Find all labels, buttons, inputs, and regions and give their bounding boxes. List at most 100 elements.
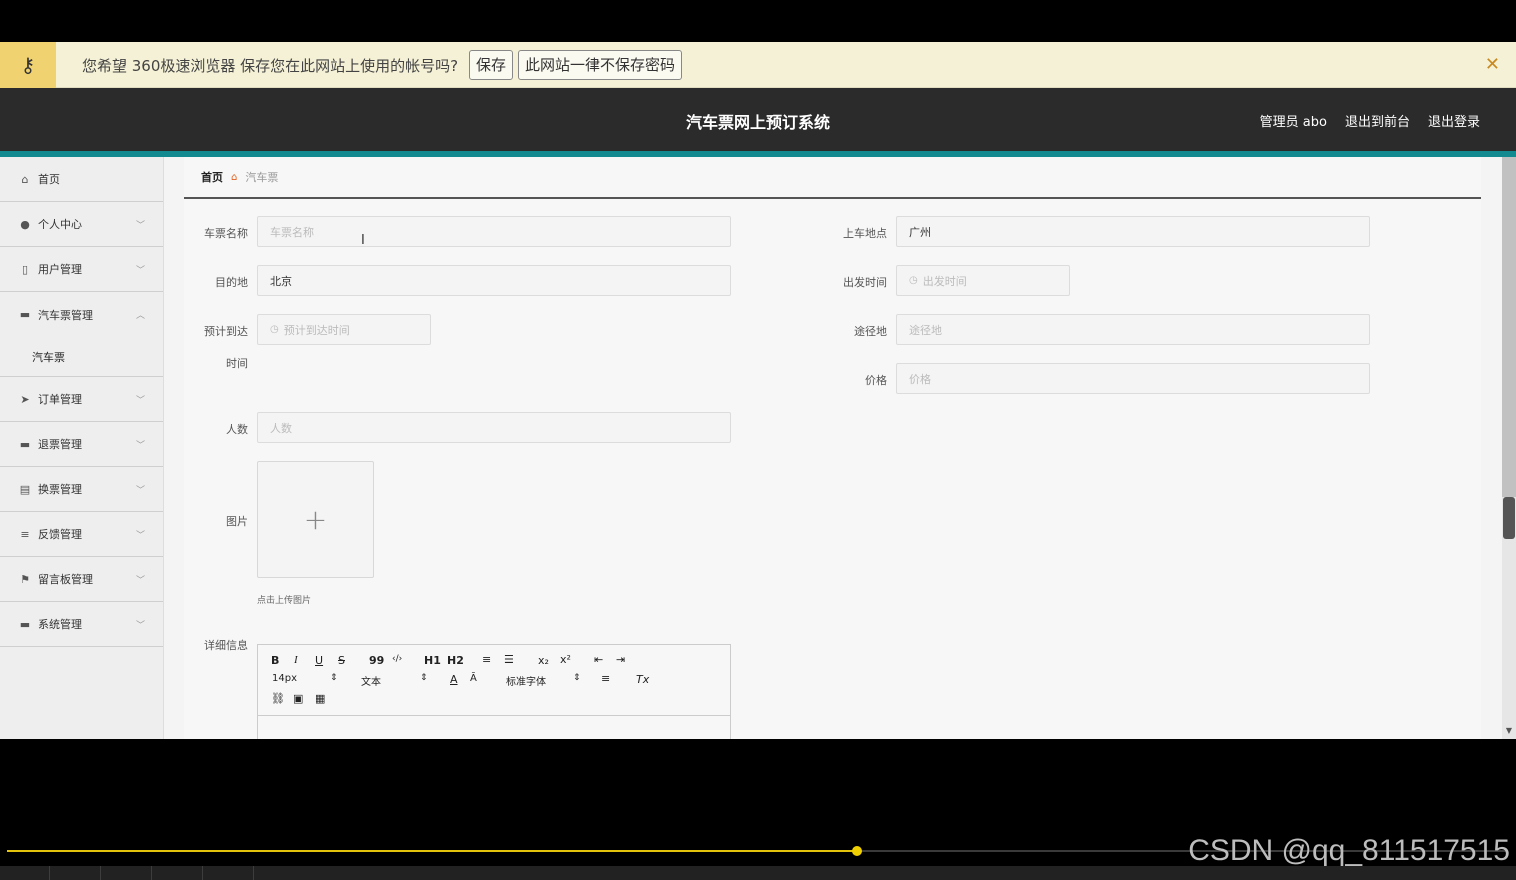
scrollbar-thumb[interactable] <box>1502 157 1516 497</box>
arrival-label-2: 时间 <box>226 357 248 370</box>
align-icon[interactable]: ≡ <box>601 672 610 685</box>
rich-text-editor: B I U S 99 ‹/› H1 H2 ≡ ☰ x₂ x² ⇤ ⇥ 14px … <box>257 644 731 739</box>
send-icon: ➤ <box>20 392 30 406</box>
chevron-down-icon: ﹀ <box>135 575 145 586</box>
password-save-bar: ⚷ 您希望 360极速浏览器 保存您在此网站上使用的帐号吗? 保存 此网站一律不… <box>0 42 1516 88</box>
player-progress-handle[interactable] <box>852 846 862 856</box>
sidebar-item-label: 订单管理 <box>38 393 82 406</box>
price-input[interactable]: 价格 <box>896 363 1370 394</box>
never-save-button[interactable]: 此网站一律不保存密码 <box>518 50 683 80</box>
scrollbar-grabber[interactable] <box>1503 497 1515 539</box>
chevron-down-icon: ﹀ <box>135 265 145 276</box>
logout-link[interactable]: 退出登录 <box>1428 111 1480 130</box>
sidebar-item-users[interactable]: ▯ 用户管理 ﹀ <box>0 247 163 292</box>
text-cursor-icon: I <box>361 233 365 248</box>
breadcrumb: 首页 ⌂ 汽车票 <box>184 157 1481 199</box>
h1-button[interactable]: H1 <box>424 654 441 667</box>
app-header: 汽车票网上预订系统 管理员 abo 退出到前台 退出登录 <box>0 88 1516 151</box>
quote-button[interactable]: 99 <box>369 654 384 667</box>
via-input[interactable]: 途径地 <box>896 314 1370 345</box>
sidebar-item-tickets[interactable]: ▬ 汽车票管理 ︿ <box>0 292 163 337</box>
arrival-placeholder: 预计到达时间 <box>283 323 350 337</box>
sliders-icon: ≡ <box>20 527 30 541</box>
image-icon[interactable]: ▣ <box>293 692 303 705</box>
sidebar-item-label: 留言板管理 <box>38 573 93 586</box>
departure-input[interactable]: 广州 <box>896 216 1370 247</box>
sidebar-item-label: 首页 <box>38 173 60 186</box>
font-color-icon[interactable]: A <box>450 673 458 686</box>
chevron-down-icon: ﹀ <box>135 440 145 451</box>
plus-icon: + <box>303 503 328 536</box>
sidebar-item-system[interactable]: ▬ 系统管理 ﹀ <box>0 602 163 647</box>
ordered-list-button[interactable]: ≡ <box>482 653 491 666</box>
monitor-icon: ▬ <box>19 437 31 451</box>
exit-to-front-link[interactable]: 退出到前台 <box>1345 111 1410 130</box>
font-size-chevron-icon: ⇕ <box>330 673 338 683</box>
background-color-icon[interactable]: Ā <box>470 673 477 684</box>
h2-button[interactable]: H2 <box>447 654 464 667</box>
code-button[interactable]: ‹/› <box>392 654 402 664</box>
sidebar-item-label: 退票管理 <box>38 438 82 451</box>
briefcase-icon: ▬ <box>19 617 31 631</box>
flag-icon: ⚑ <box>20 572 30 586</box>
clear-format-icon[interactable]: Tx <box>636 673 649 686</box>
breadcrumb-home[interactable]: 首页 <box>201 169 223 185</box>
save-password-button[interactable]: 保存 <box>469 50 514 80</box>
format-chevron-icon: ⇕ <box>420 673 428 683</box>
player-control-slot[interactable] <box>0 866 50 880</box>
sidebar: ⌂ 首页 ● 个人中心 ﹀ ▯ 用户管理 ﹀ ▬ 汽车票管理 ︿ 汽车票 ➤ 订… <box>0 157 164 739</box>
player-control-slot[interactable] <box>102 866 152 880</box>
bold-button[interactable]: B <box>271 654 279 667</box>
detail-label: 详细信息 <box>204 639 248 652</box>
font-family-select[interactable]: 标准字体 <box>506 673 546 688</box>
chevron-down-icon: ﹀ <box>135 395 145 406</box>
admin-user-link[interactable]: 管理员 abo <box>1260 111 1327 130</box>
subscript-button[interactable]: x₂ <box>538 654 549 667</box>
strike-button[interactable]: S <box>338 654 345 667</box>
player-control-slot[interactable] <box>153 866 203 880</box>
indent-button[interactable]: ⇥ <box>616 653 625 666</box>
destination-input[interactable]: 北京 <box>257 265 731 296</box>
sidebar-item-exchanges[interactable]: ▤ 换票管理 ﹀ <box>0 467 163 512</box>
clipboard-icon: ▤ <box>19 482 31 496</box>
italic-button[interactable]: I <box>294 654 298 666</box>
video-icon[interactable]: ▦ <box>315 692 325 705</box>
watermark: CSDN @qq_811517515 <box>1188 834 1510 867</box>
arrival-time-input[interactable]: ◷ 预计到达时间 <box>257 314 431 345</box>
outdent-button[interactable]: ⇤ <box>594 653 603 666</box>
chevron-up-icon: ︿ <box>135 311 145 321</box>
close-icon[interactable]: ✕ <box>1485 54 1500 75</box>
image-upload-button[interactable]: + <box>257 461 374 578</box>
depart-time-label: 出发时间 <box>843 276 887 289</box>
link-icon[interactable]: ⛓ <box>271 692 285 705</box>
image-label: 图片 <box>226 515 248 528</box>
underline-button[interactable]: U <box>315 654 323 667</box>
ticket-name-input[interactable]: 车票名称 <box>257 216 731 247</box>
depart-time-input[interactable]: ◷ 出发时间 <box>896 265 1070 296</box>
editor-toolbar: B I U S 99 ‹/› H1 H2 ≡ ☰ x₂ x² ⇤ ⇥ 14px … <box>258 645 730 716</box>
format-select[interactable]: 文本 <box>361 673 381 688</box>
sidebar-item-messages[interactable]: ⚑ 留言板管理 ﹀ <box>0 557 163 602</box>
sidebar-item-profile[interactable]: ● 个人中心 ﹀ <box>0 202 163 247</box>
ticket-name-label: 车票名称 <box>204 227 248 240</box>
player-control-slot[interactable] <box>51 866 101 880</box>
chevron-down-icon: ﹀ <box>135 485 145 496</box>
departure-label: 上车地点 <box>843 227 887 240</box>
chevron-down-icon: ﹀ <box>135 530 145 541</box>
sidebar-item-home[interactable]: ⌂ 首页 <box>0 157 163 202</box>
player-progress-fill <box>7 850 857 852</box>
player-control-slot[interactable] <box>204 866 254 880</box>
sidebar-item-orders[interactable]: ➤ 订单管理 ﹀ <box>0 377 163 422</box>
sidebar-item-feedback[interactable]: ≡ 反馈管理 ﹀ <box>0 512 163 557</box>
home-icon: ⌂ <box>21 172 29 186</box>
upload-note: 点击上传图片 <box>257 596 312 606</box>
bullet-list-button[interactable]: ☰ <box>504 653 514 666</box>
ticket-icon: ▬ <box>19 308 31 321</box>
font-size-select[interactable]: 14px <box>272 673 297 684</box>
people-input[interactable]: 人数 <box>257 412 731 443</box>
sidebar-subitem-ticket[interactable]: 汽车票 <box>0 337 163 377</box>
sidebar-item-refunds[interactable]: ▬ 退票管理 ﹀ <box>0 422 163 467</box>
superscript-button[interactable]: x² <box>560 653 571 666</box>
scroll-down-arrow-icon[interactable]: ▼ <box>1502 726 1516 739</box>
destination-label: 目的地 <box>215 276 248 289</box>
